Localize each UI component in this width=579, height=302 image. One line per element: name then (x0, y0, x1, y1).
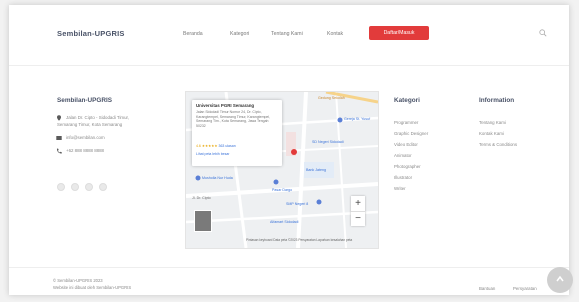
search-icon[interactable] (539, 29, 547, 37)
bottom-link-bantuan[interactable]: Bantuan (479, 286, 495, 291)
kategori-link[interactable]: Graphic Designer (394, 131, 428, 136)
map-label: Musholla Nur Huda (202, 176, 233, 180)
nav-tentang-kami[interactable]: Tentang Kami (271, 31, 303, 37)
kategori-title: Kategori (394, 97, 420, 104)
kategori-link[interactable]: Writer (394, 186, 406, 191)
map-reviews[interactable]: 363 ulasan (219, 144, 236, 148)
twitter-icon[interactable] (71, 183, 79, 191)
zoom-out-button[interactable]: − (351, 211, 365, 226)
information-link[interactable]: Kontak Kami (479, 131, 504, 136)
kategori-link[interactable]: Animator (394, 153, 412, 158)
site-header: Sembilan-UPGRIS Beranda Kategori Tentang… (9, 5, 569, 66)
youtube-icon[interactable] (99, 183, 107, 191)
facebook-icon[interactable] (57, 183, 65, 191)
information-link[interactable]: Terms & Conditions (479, 142, 517, 147)
map-rating: 4.6 ★★★★★ 363 ulasan (196, 144, 236, 148)
map-label: SMP Negeri 8 (286, 202, 309, 206)
arrow-up-icon (556, 275, 564, 282)
map-place-card: Universitas PGRI Semarang Jalan Sidodadi… (192, 100, 282, 166)
brand-logo[interactable]: Sembilan-UPGRIS (57, 29, 125, 38)
map-place-address: Jalan Sidodadi Timur Nomor 24, Dr. Cipto… (196, 110, 271, 128)
bottom-link-persyaratan[interactable]: Persyaratan (513, 286, 537, 291)
map-label: Bank Jateng (306, 168, 326, 172)
embedded-map[interactable]: Universitas PGRI Semarang Jalan Sidodadi… (185, 91, 379, 249)
address-line-2: Semarang Timur, Kota Semarang (57, 122, 123, 127)
page: Sembilan-UPGRIS Beranda Kategori Tentang… (9, 5, 569, 295)
nav-beranda[interactable]: Beranda (183, 31, 203, 37)
map-zoom-controls: + − (351, 196, 365, 226)
email-icon (56, 136, 62, 140)
copyright-text: © Sembilan-UPGRIS 2023 Website ini dibua… (53, 277, 131, 291)
kategori-link[interactable]: Illustrator (394, 175, 412, 180)
email-text[interactable]: info@sembilan.com (66, 135, 105, 141)
credit-line: Website ini dibuat oleh Sembilan-UPGRIS (53, 285, 132, 290)
zoom-in-button[interactable]: + (351, 196, 365, 211)
information-title: Information (479, 97, 515, 104)
map-label: Alfamart Sidodadi (270, 220, 299, 224)
map-attribution: Pintasan keyboard Data peta ©2023 Persya… (246, 238, 353, 242)
back-to-top-button[interactable] (547, 267, 573, 293)
phone-text[interactable]: +62 888 8888 8888 (66, 148, 104, 154)
instagram-icon[interactable] (85, 183, 93, 191)
map-label: SD Negeri Sidodadi (312, 140, 344, 144)
kategori-link[interactable]: Programmer (394, 120, 418, 125)
map-place-name: Universitas PGRI Semarang (196, 103, 255, 108)
map-label: Gedung Sekolah (318, 96, 345, 100)
map-label: Pasar Dargo (272, 188, 293, 192)
location-icon (57, 115, 61, 121)
street-view-thumbnail[interactable] (194, 210, 212, 232)
kategori-link[interactable]: Photographer (394, 164, 421, 169)
login-register-button[interactable]: Daftar/Masuk (369, 26, 429, 40)
address-line-1: Jalan Dr. Cipto - Sidodadi Timur, (66, 115, 129, 120)
information-link[interactable]: Tentang Kami (479, 120, 506, 125)
map-label: Gereja St. Yusuf (344, 117, 371, 121)
copyright-line: © Sembilan-UPGRIS 2023 (53, 278, 103, 283)
kategori-link[interactable]: Video Editor (394, 142, 418, 147)
nav-kontak[interactable]: Kontak (327, 31, 343, 37)
nav-kategori[interactable]: Kategori (230, 31, 249, 37)
phone-icon (56, 148, 62, 154)
footer-bottom-bar: © Sembilan-UPGRIS 2023 Website ini dibua… (9, 267, 569, 295)
footer-brand: Sembilan-UPGRIS (57, 97, 113, 104)
map-label: Jl. Dr. Cipto (192, 196, 211, 200)
map-view-larger-link[interactable]: Lihat peta lebih besar (196, 152, 229, 156)
